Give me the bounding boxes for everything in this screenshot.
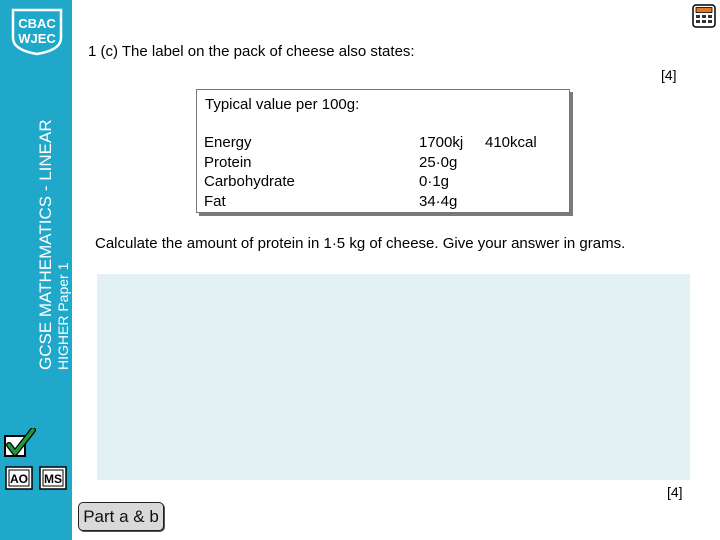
ms-icon[interactable]: MS	[39, 466, 67, 490]
energy-kcal: 410kcal	[485, 134, 537, 151]
ao-icon[interactable]: AO	[5, 466, 33, 490]
answer-area[interactable]	[97, 274, 690, 480]
svg-text:MS: MS	[44, 472, 62, 486]
calculator-icon[interactable]	[692, 4, 716, 28]
cbac-wjec-logo: CBAC WJEC	[9, 6, 65, 56]
nutrient-names: Energy Protein Carbohydrate Fat	[204, 133, 295, 211]
nutrient-name: Energy	[204, 134, 252, 151]
course-title: GCSE MATHEMATICS - LINEAR	[36, 119, 55, 370]
marks-label-top: [4]	[661, 67, 677, 83]
nutrient-value: 25·0g	[419, 153, 458, 171]
nutrient-value: 0·1g	[419, 173, 450, 190]
nutrient-extra: 410kcal	[485, 133, 537, 153]
part-a-b-button[interactable]: Part a & b	[78, 502, 164, 531]
nutrient-name: Protein	[204, 153, 252, 171]
logo-line2: WJEC	[18, 31, 56, 46]
nutrient-values: 1700kj 25·0g 0·1g 34·4g	[419, 133, 463, 211]
nutrition-label: Typical value per 100g: Energy Protein C…	[196, 89, 570, 213]
logo-line1: CBAC	[18, 16, 56, 31]
sidebar: CBAC WJEC GCSE MATHEMATICS - LINEAR HIGH…	[0, 0, 72, 540]
nutrient-value: 1700kj	[419, 134, 464, 151]
tick-icon[interactable]	[4, 427, 36, 458]
marks-label-bottom: [4]	[667, 484, 683, 500]
svg-text:AO: AO	[10, 472, 28, 486]
nutrient-name: Carbohydrate	[204, 173, 295, 190]
question-instruction: Calculate the amount of protein in 1·5 k…	[95, 235, 626, 252]
question-title: 1 (c) The label on the pack of cheese al…	[88, 43, 415, 60]
nutrition-heading: Typical value per 100g:	[205, 96, 360, 113]
paper-title: HIGHER Paper 1	[55, 262, 71, 370]
nutrient-name: Fat	[204, 192, 226, 210]
nutrient-value: 34·4g	[419, 192, 458, 210]
